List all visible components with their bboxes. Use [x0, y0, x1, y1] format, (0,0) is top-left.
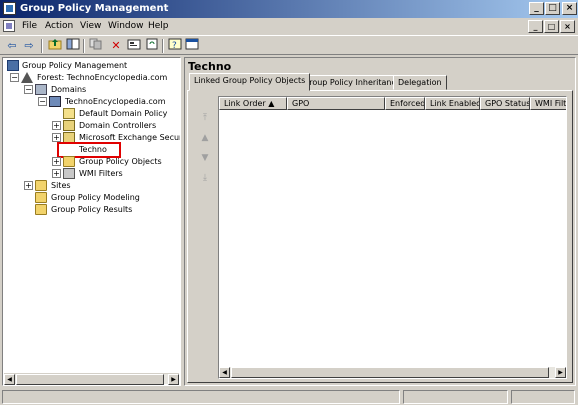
- collapse-toggle[interactable]: −: [24, 85, 33, 94]
- expand-toggle[interactable]: +: [52, 169, 61, 178]
- sites-icon: [35, 180, 47, 191]
- app-icon[interactable]: [3, 2, 16, 15]
- group-policy-management-icon: [7, 60, 19, 71]
- menu-window[interactable]: Window: [108, 21, 144, 31]
- organizational-unit-icon: [63, 132, 75, 143]
- forest-icon: [21, 72, 33, 83]
- mdi-minimize-button[interactable]: _: [528, 20, 543, 33]
- modeling-icon: [35, 192, 47, 203]
- window-title: Group Policy Management: [20, 3, 169, 14]
- details-title: Techno: [188, 60, 232, 73]
- move-up-icon[interactable]: ▲: [200, 133, 210, 143]
- collapse-toggle[interactable]: −: [10, 73, 19, 82]
- expand-toggle[interactable]: +: [52, 133, 61, 142]
- tab-delegation[interactable]: Delegation: [393, 75, 447, 90]
- tab-content: ⤒ ▲ ▼ ⤓ Link Order ▲ GPO Enforced Link E…: [187, 90, 573, 383]
- column-wmi-filter[interactable]: WMI Filt: [530, 97, 566, 110]
- expand-toggle[interactable]: +: [52, 121, 61, 130]
- domains-icon: [35, 84, 47, 95]
- collapse-toggle[interactable]: −: [38, 97, 47, 106]
- tab-linked-gpos[interactable]: Linked Group Policy Objects: [189, 73, 311, 91]
- scroll-left-icon[interactable]: ◀: [219, 367, 230, 378]
- menu-file[interactable]: File: [22, 21, 37, 31]
- back-icon[interactable]: ⇦: [4, 38, 20, 54]
- folder-icon: [63, 156, 75, 167]
- status-panel: [2, 390, 400, 404]
- show-hide-tree-icon[interactable]: [65, 38, 81, 54]
- column-enforced[interactable]: Enforced: [385, 97, 425, 110]
- gpo-link-icon: [63, 108, 75, 119]
- move-top-icon[interactable]: ⤒: [200, 113, 210, 123]
- maximize-button[interactable]: □: [545, 2, 560, 15]
- scroll-thumb[interactable]: [231, 367, 549, 378]
- details-pane: Techno Linked Group Policy Objects Group…: [184, 57, 576, 386]
- toolbar-separator: [41, 39, 43, 53]
- menu-view[interactable]: View: [80, 21, 101, 31]
- list-horizontal-scrollbar[interactable]: ◀ ▶: [219, 367, 566, 378]
- delete-icon[interactable]: ✕: [108, 38, 124, 54]
- forward-icon[interactable]: ⇨: [21, 38, 37, 54]
- refresh-icon[interactable]: [144, 38, 160, 54]
- expand-toggle[interactable]: +: [24, 181, 33, 190]
- console-tree[interactable]: Group Policy Management − Forest: Techno…: [2, 57, 181, 386]
- status-panel: [403, 390, 508, 404]
- expand-toggle[interactable]: +: [52, 157, 61, 166]
- results-icon: [35, 204, 47, 215]
- toolbar-separator: [83, 39, 85, 53]
- scroll-left-icon[interactable]: ◀: [4, 374, 15, 385]
- column-gpo-status[interactable]: GPO Status: [480, 97, 530, 110]
- column-link-order[interactable]: Link Order ▲: [219, 97, 287, 110]
- mdi-restore-button[interactable]: □: [544, 20, 559, 33]
- column-gpo[interactable]: GPO: [287, 97, 385, 110]
- scroll-right-icon[interactable]: ▶: [555, 367, 566, 378]
- console-icon[interactable]: [184, 38, 200, 54]
- toolbar-separator: [162, 39, 164, 53]
- up-folder-icon[interactable]: [47, 38, 63, 54]
- copy-icon[interactable]: [88, 38, 104, 54]
- domain-icon: [49, 96, 61, 107]
- title-bar: Group Policy Management _ □ ×: [0, 0, 578, 18]
- toolbar: ⇦ ⇨ ✕ ?: [0, 35, 578, 55]
- column-link-enabled[interactable]: Link Enabled: [425, 97, 480, 110]
- move-bottom-icon[interactable]: ⤓: [200, 173, 210, 183]
- status-bar: [0, 389, 578, 405]
- move-down-icon[interactable]: ▼: [200, 153, 210, 163]
- mdi-close-button[interactable]: ×: [560, 20, 575, 33]
- filter-icon: [63, 168, 75, 179]
- menu-action[interactable]: Action: [45, 21, 73, 31]
- close-button[interactable]: ×: [562, 2, 577, 15]
- linked-gpo-list[interactable]: Link Order ▲ GPO Enforced Link Enabled G…: [218, 96, 567, 379]
- scroll-thumb[interactable]: [16, 374, 164, 385]
- tree-horizontal-scrollbar[interactable]: ◀ ▶: [4, 373, 179, 385]
- help-icon[interactable]: ?: [167, 38, 183, 54]
- mdi-window-icon[interactable]: [3, 20, 15, 32]
- organizational-unit-icon: [63, 120, 75, 131]
- tab-gp-inheritance[interactable]: Group Policy Inheritance: [298, 75, 406, 90]
- menu-bar: File Action View Window Help _ □ ×: [0, 18, 578, 35]
- sort-ascending-icon: ▲: [268, 99, 275, 108]
- properties-icon[interactable]: [126, 38, 142, 54]
- scroll-right-icon[interactable]: ▶: [168, 374, 179, 385]
- minimize-button[interactable]: _: [529, 2, 544, 15]
- menu-help[interactable]: Help: [148, 21, 169, 31]
- svg-text:?: ?: [172, 41, 177, 50]
- techno-selected-label: Techno: [57, 142, 121, 158]
- status-panel: [511, 390, 575, 404]
